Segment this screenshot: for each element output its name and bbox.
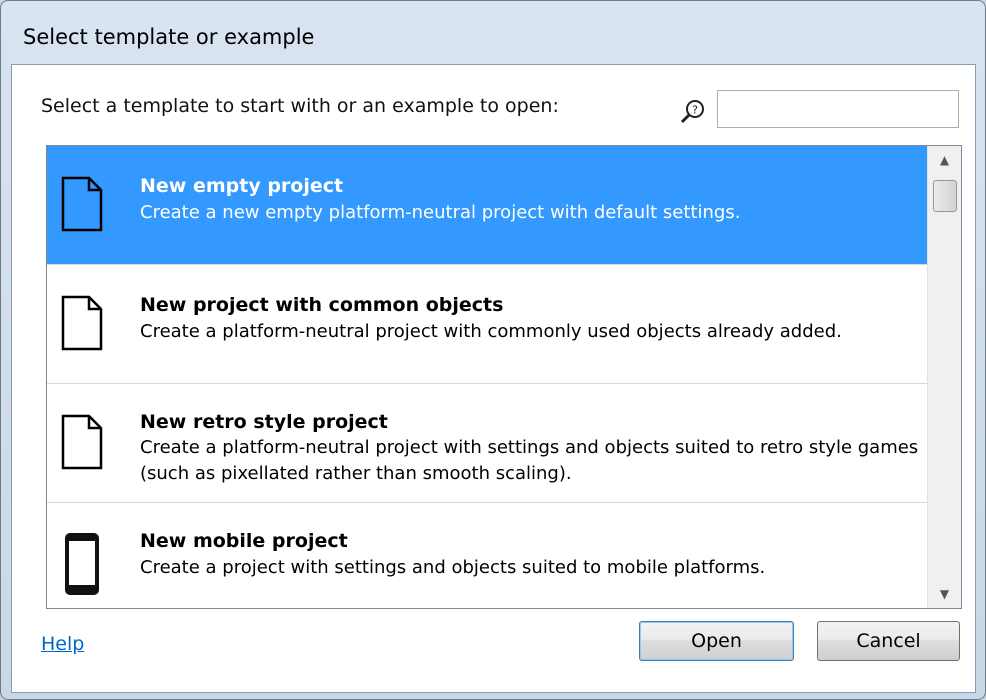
list-item-description: Create a platform-neutral project with s…	[140, 437, 919, 484]
list-item-new-mobile-project[interactable]: New mobile project Create a project with…	[47, 503, 927, 608]
list-item-new-retro-style-project[interactable]: New retro style project Create a platfor…	[47, 384, 927, 503]
list-item-description: Create a new empty platform-neutral proj…	[140, 202, 741, 223]
scroll-down-arrow-icon[interactable]: ▼	[928, 580, 961, 608]
dialog-client-area: Select a template to start with or an ex…	[11, 64, 976, 693]
list-item-description: Create a platform-neutral project with c…	[140, 321, 842, 342]
list-item-title: New empty project	[140, 175, 344, 197]
list-item-title: New mobile project	[140, 530, 348, 552]
svg-text:?: ?	[692, 104, 698, 117]
help-link[interactable]: Help	[41, 633, 84, 655]
scroll-up-arrow-icon[interactable]: ▲	[928, 146, 961, 174]
open-button[interactable]: Open	[639, 621, 794, 661]
list-item-title: New retro style project	[140, 411, 388, 433]
template-list[interactable]: New empty project Create a new empty pla…	[46, 145, 962, 609]
instruction-label: Select a template to start with or an ex…	[41, 95, 559, 117]
mobile-phone-icon	[65, 533, 99, 595]
dialog-title: Select template or example	[23, 25, 315, 49]
search-input[interactable]	[717, 90, 959, 128]
document-icon	[61, 414, 103, 470]
dialog-window: Select template or example Select a temp…	[0, 0, 986, 700]
list-item-description: Create a project with settings and objec…	[140, 557, 766, 578]
search-icon: ?	[680, 100, 704, 124]
cancel-button[interactable]: Cancel	[817, 621, 960, 661]
document-icon	[61, 176, 103, 232]
scroll-thumb[interactable]	[933, 180, 957, 212]
list-item-new-project-common-objects[interactable]: New project with common objects Create a…	[47, 265, 927, 384]
list-item-title: New project with common objects	[140, 294, 504, 316]
document-icon	[61, 295, 103, 351]
list-item-new-empty-project[interactable]: New empty project Create a new empty pla…	[47, 146, 927, 265]
vertical-scrollbar[interactable]: ▲ ▼	[927, 146, 961, 608]
